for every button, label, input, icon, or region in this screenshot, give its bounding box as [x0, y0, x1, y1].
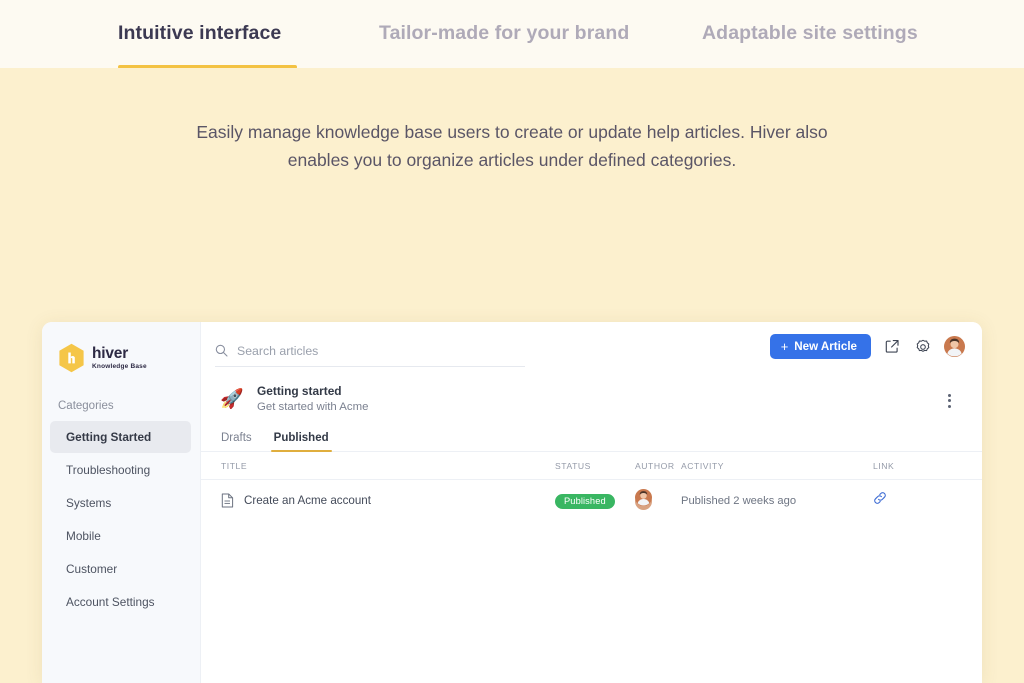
- article-title-link[interactable]: Create an Acme account: [244, 494, 371, 507]
- kb-sidebar: hiver Knowledge Base Categories Getting …: [42, 322, 201, 683]
- hexagon-h-logo-icon: [58, 343, 85, 373]
- sidebar-section-categories: Categories: [42, 392, 200, 420]
- new-article-button[interactable]: + New Article: [770, 334, 871, 359]
- tab-intuitive-interface[interactable]: Intuitive interface: [96, 0, 379, 45]
- sidebar-item-label: Systems: [66, 496, 111, 510]
- sidebar-item-label: Getting Started: [66, 430, 151, 444]
- sidebar-item-label: Customer: [66, 562, 117, 576]
- rocket-icon: 🚀: [219, 386, 245, 412]
- search-input-placeholder: Search articles: [237, 344, 318, 358]
- column-header-link: LINK: [873, 461, 933, 471]
- column-header-title: TITLE: [221, 461, 555, 471]
- kebab-dot: [948, 394, 951, 397]
- tab-drafts[interactable]: Drafts: [221, 432, 252, 451]
- sidebar-item-customer[interactable]: Customer: [50, 553, 191, 585]
- column-header-activity: ACTIVITY: [681, 461, 873, 471]
- article-collection-title: Getting started: [257, 384, 368, 398]
- hero-section: Easily manage knowledge base users to cr…: [0, 68, 1024, 322]
- kb-main-panel: Search articles + New Article: [201, 322, 982, 683]
- avatar[interactable]: [944, 336, 965, 357]
- search-icon: [215, 344, 228, 357]
- kebab-menu-icon[interactable]: [942, 393, 956, 409]
- sidebar-item-label: Troubleshooting: [66, 463, 150, 477]
- sidebar-item-systems[interactable]: Systems: [50, 487, 191, 519]
- new-article-label: New Article: [794, 340, 857, 353]
- articles-table: TITLE STATUS AUTHOR ACTIVITY LINK: [201, 452, 982, 520]
- sidebar-item-label: Mobile: [66, 529, 101, 543]
- column-header-status: STATUS: [555, 461, 635, 471]
- toolbar-actions: + New Article: [770, 334, 965, 359]
- hero-line-2: enables you to organize articles under d…: [0, 146, 1024, 174]
- logo-subtitle: Knowledge Base: [92, 364, 147, 371]
- avatar[interactable]: [635, 493, 652, 510]
- tab-label: Intuitive interface: [118, 22, 281, 44]
- search-articles-field[interactable]: Search articles: [215, 344, 525, 367]
- feature-tab-strip: Intuitive interface Tailor-made for your…: [0, 0, 1024, 68]
- article-status-tabs: Drafts Published: [201, 423, 982, 452]
- sidebar-item-label: Account Settings: [66, 595, 155, 609]
- cell-title[interactable]: Create an Acme account: [221, 493, 555, 508]
- hero-description: Easily manage knowledge base users to cr…: [0, 118, 1024, 174]
- kb-toolbar: Search articles + New Article: [201, 322, 982, 378]
- tab-published[interactable]: Published: [274, 432, 329, 451]
- sidebar-item-getting-started[interactable]: Getting Started: [50, 421, 191, 453]
- sidebar-item-account-settings[interactable]: Account Settings: [50, 586, 191, 618]
- article-collection-titles: Getting started Get started with Acme: [257, 384, 368, 413]
- gear-icon[interactable]: [914, 338, 931, 355]
- tab-tailor-made-for-your-brand[interactable]: Tailor-made for your brand: [379, 0, 681, 45]
- plus-icon: +: [781, 340, 789, 353]
- document-icon: [221, 493, 234, 508]
- feature-tabs: Intuitive interface Tailor-made for your…: [0, 0, 1024, 45]
- kb-logo[interactable]: hiver Knowledge Base: [42, 338, 200, 378]
- external-link-icon[interactable]: [884, 338, 901, 355]
- chain-link-icon[interactable]: [873, 492, 887, 509]
- column-header-author: AUTHOR: [635, 461, 681, 471]
- kebab-dot: [948, 399, 951, 402]
- cell-author: [635, 489, 681, 511]
- knowledge-base-app-card: hiver Knowledge Base Categories Getting …: [42, 322, 982, 683]
- logo-wordmark: hiver Knowledge Base: [92, 346, 147, 371]
- activity-text: Published 2 weeks ago: [681, 495, 796, 507]
- logo-name: hiver: [92, 346, 147, 362]
- tab-label: Drafts: [221, 432, 252, 444]
- tab-adaptable-site-settings[interactable]: Adaptable site settings: [681, 0, 981, 45]
- tab-label: Adaptable site settings: [702, 22, 918, 44]
- kebab-dot: [948, 405, 951, 408]
- status-badge: Published: [555, 494, 615, 509]
- tab-label: Published: [274, 432, 329, 444]
- sidebar-item-troubleshooting[interactable]: Troubleshooting: [50, 454, 191, 486]
- sidebar-item-mobile[interactable]: Mobile: [50, 520, 191, 552]
- table-row[interactable]: Create an Acme account Published: [201, 480, 982, 520]
- hero-line-1: Easily manage knowledge base users to cr…: [0, 118, 1024, 146]
- cell-link: [873, 491, 933, 510]
- cell-activity: Published 2 weeks ago: [681, 491, 873, 509]
- article-collection-subtitle: Get started with Acme: [257, 401, 368, 413]
- cell-status: Published: [555, 491, 635, 509]
- article-collection-header: 🚀 Getting started Get started with Acme: [201, 378, 982, 423]
- tab-label: Tailor-made for your brand: [379, 22, 629, 44]
- table-header-row: TITLE STATUS AUTHOR ACTIVITY LINK: [201, 452, 982, 480]
